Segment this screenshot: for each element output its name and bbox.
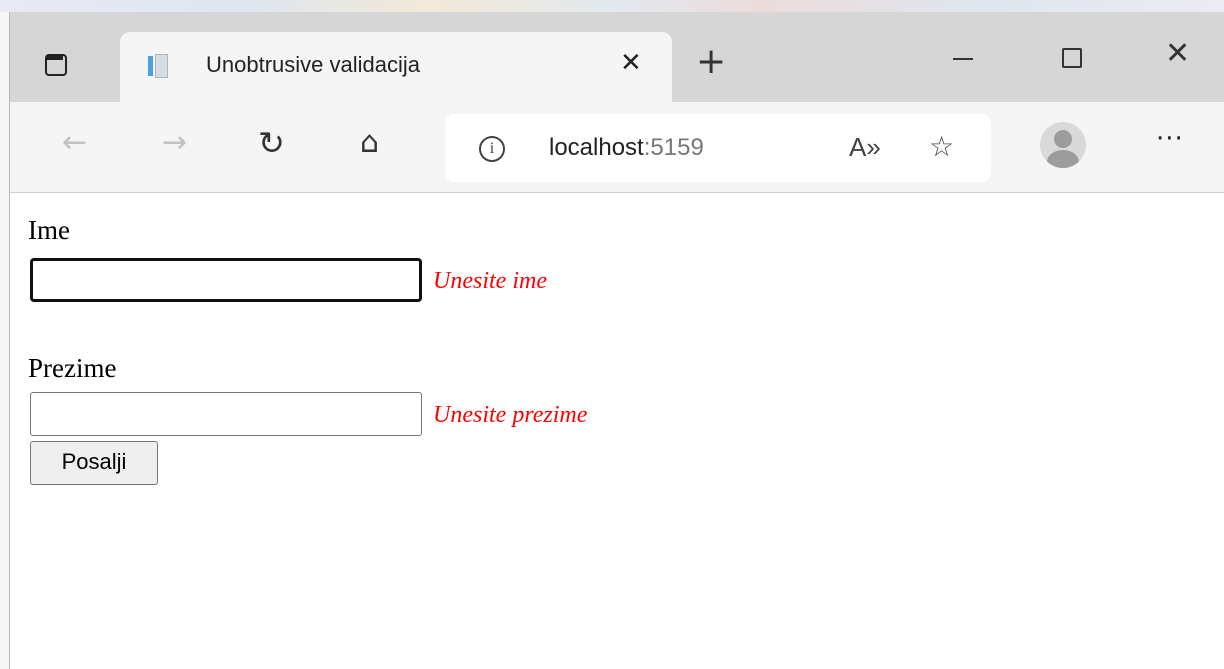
submit-button[interactable]: Posalji [30, 441, 158, 485]
prezime-label: Prezime [28, 353, 117, 383]
page-content: Ime Unesite ime Prezime Unesite prezime … [10, 193, 1224, 669]
favicon-page [155, 54, 168, 78]
url-host: localhost [549, 134, 644, 161]
tab-active[interactable]: Unobtrusive validacija ✕ [120, 32, 672, 102]
tab-close-icon[interactable]: ✕ [620, 48, 642, 78]
ime-error: Unesite ime [433, 268, 547, 294]
window-close-icon[interactable]: ✕ [1165, 36, 1190, 71]
tab-actions-bar [47, 56, 63, 60]
desktop-background-strip [0, 0, 1224, 12]
site-info-icon[interactable]: i [479, 136, 505, 162]
tab-actions-icon[interactable] [45, 54, 67, 76]
new-tab-icon[interactable]: + [696, 44, 726, 80]
avatar-body [1047, 150, 1079, 168]
forward-arrow-icon[interactable]: → [162, 128, 187, 158]
home-icon[interactable]: ⌂ [360, 128, 379, 158]
page-favicon-icon [148, 54, 168, 78]
tab-bar: Unobtrusive validacija ✕ + ✕ [10, 12, 1224, 102]
maximize-icon[interactable] [1062, 48, 1082, 68]
back-arrow-icon[interactable]: ← [62, 128, 87, 158]
ime-input[interactable] [30, 258, 422, 302]
window-edge [0, 12, 10, 669]
prezime-error: Unesite prezime [433, 402, 588, 428]
profile-avatar[interactable] [1040, 122, 1086, 168]
avatar-head [1054, 130, 1072, 148]
address-bar[interactable]: i localhost:5159 A» ☆ [445, 114, 991, 182]
tab-title: Unobtrusive validacija [206, 52, 420, 77]
more-menu-icon[interactable]: ··· [1156, 124, 1184, 154]
add-favorite-icon[interactable]: ☆ [929, 130, 954, 163]
ime-label: Ime [28, 215, 70, 245]
url-port: :5159 [643, 134, 704, 161]
reload-icon[interactable]: ↻ [258, 127, 285, 159]
favicon-stripe [148, 56, 153, 76]
browser-toolbar: ← → ↻ ⌂ i localhost:5159 A» ☆ ··· [10, 102, 1224, 193]
url-text[interactable]: localhost:5159 [549, 134, 704, 162]
prezime-input[interactable] [30, 392, 422, 436]
minimize-icon[interactable] [953, 58, 973, 60]
read-aloud-icon[interactable]: A» [849, 132, 881, 163]
